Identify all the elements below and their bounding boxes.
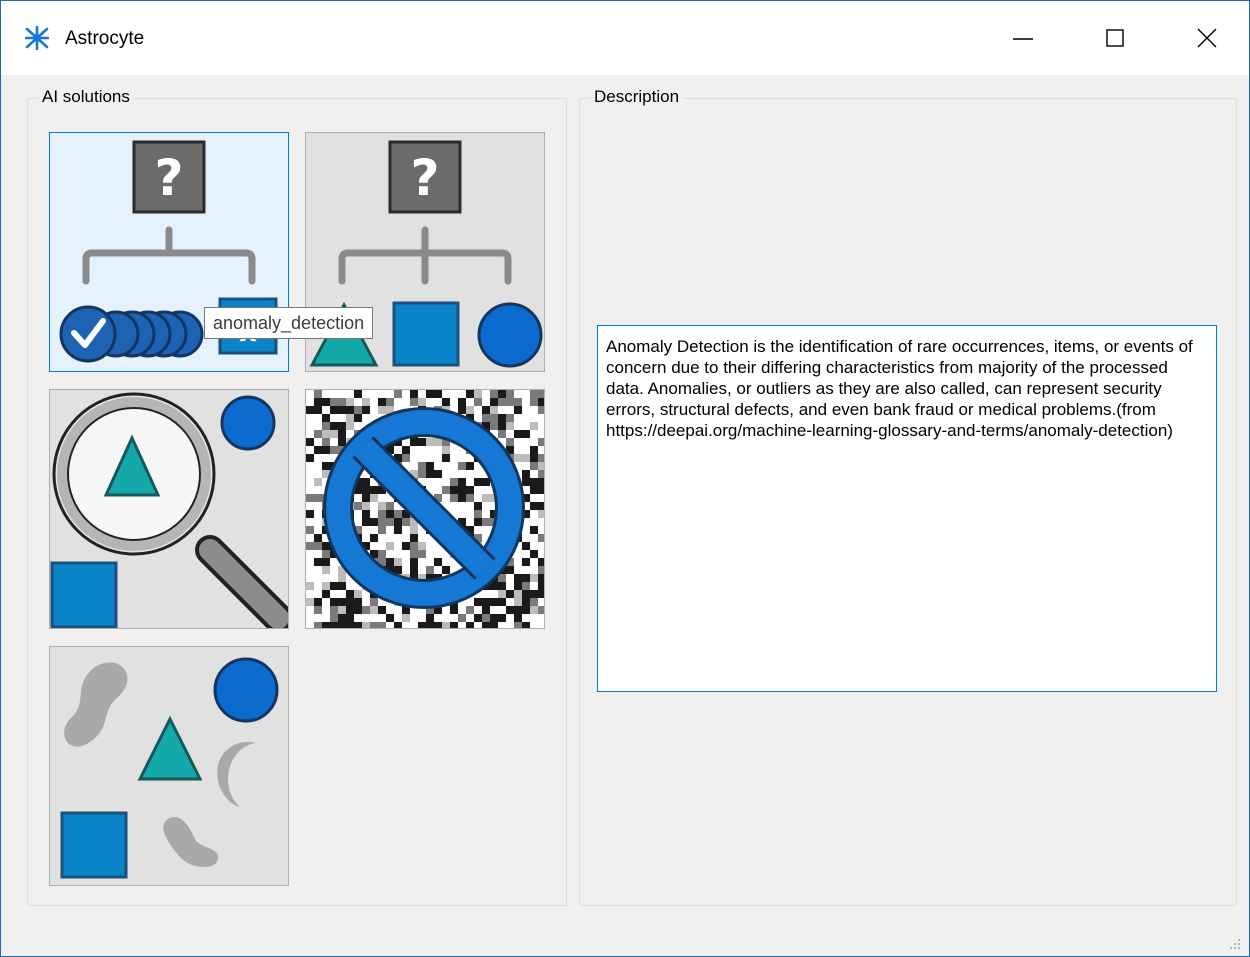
resize-grip-icon[interactable]	[1227, 936, 1243, 952]
no-noise-icon	[306, 390, 544, 628]
svg-text:?: ?	[154, 149, 183, 207]
minimize-button[interactable]	[977, 1, 1069, 75]
magnifier-search-icon	[50, 392, 288, 628]
tile-clustering[interactable]	[49, 646, 289, 886]
maximize-button[interactable]	[1069, 1, 1161, 75]
window-title: Astrocyte	[65, 28, 145, 49]
tooltip: anomaly_detection	[204, 307, 374, 339]
astrocyte-logo-icon	[25, 26, 49, 50]
app-window: Astrocyte AI solutions ? x	[0, 0, 1250, 957]
maximize-icon	[1106, 29, 1124, 47]
description-textbox[interactable]: Anomaly Detection is the identification …	[597, 325, 1217, 692]
title-bar[interactable]: Astrocyte	[1, 1, 1249, 75]
description-label: Description	[590, 86, 684, 108]
close-icon	[1197, 28, 1217, 48]
tile-denoising[interactable]	[305, 389, 545, 629]
ai-solutions-label: AI solutions	[38, 86, 134, 108]
tile-object-detection[interactable]	[49, 389, 289, 629]
svg-text:?: ?	[410, 149, 439, 207]
close-button[interactable]	[1161, 1, 1250, 75]
minimize-icon	[1013, 38, 1033, 40]
shapes-clustering-icon	[60, 657, 279, 879]
